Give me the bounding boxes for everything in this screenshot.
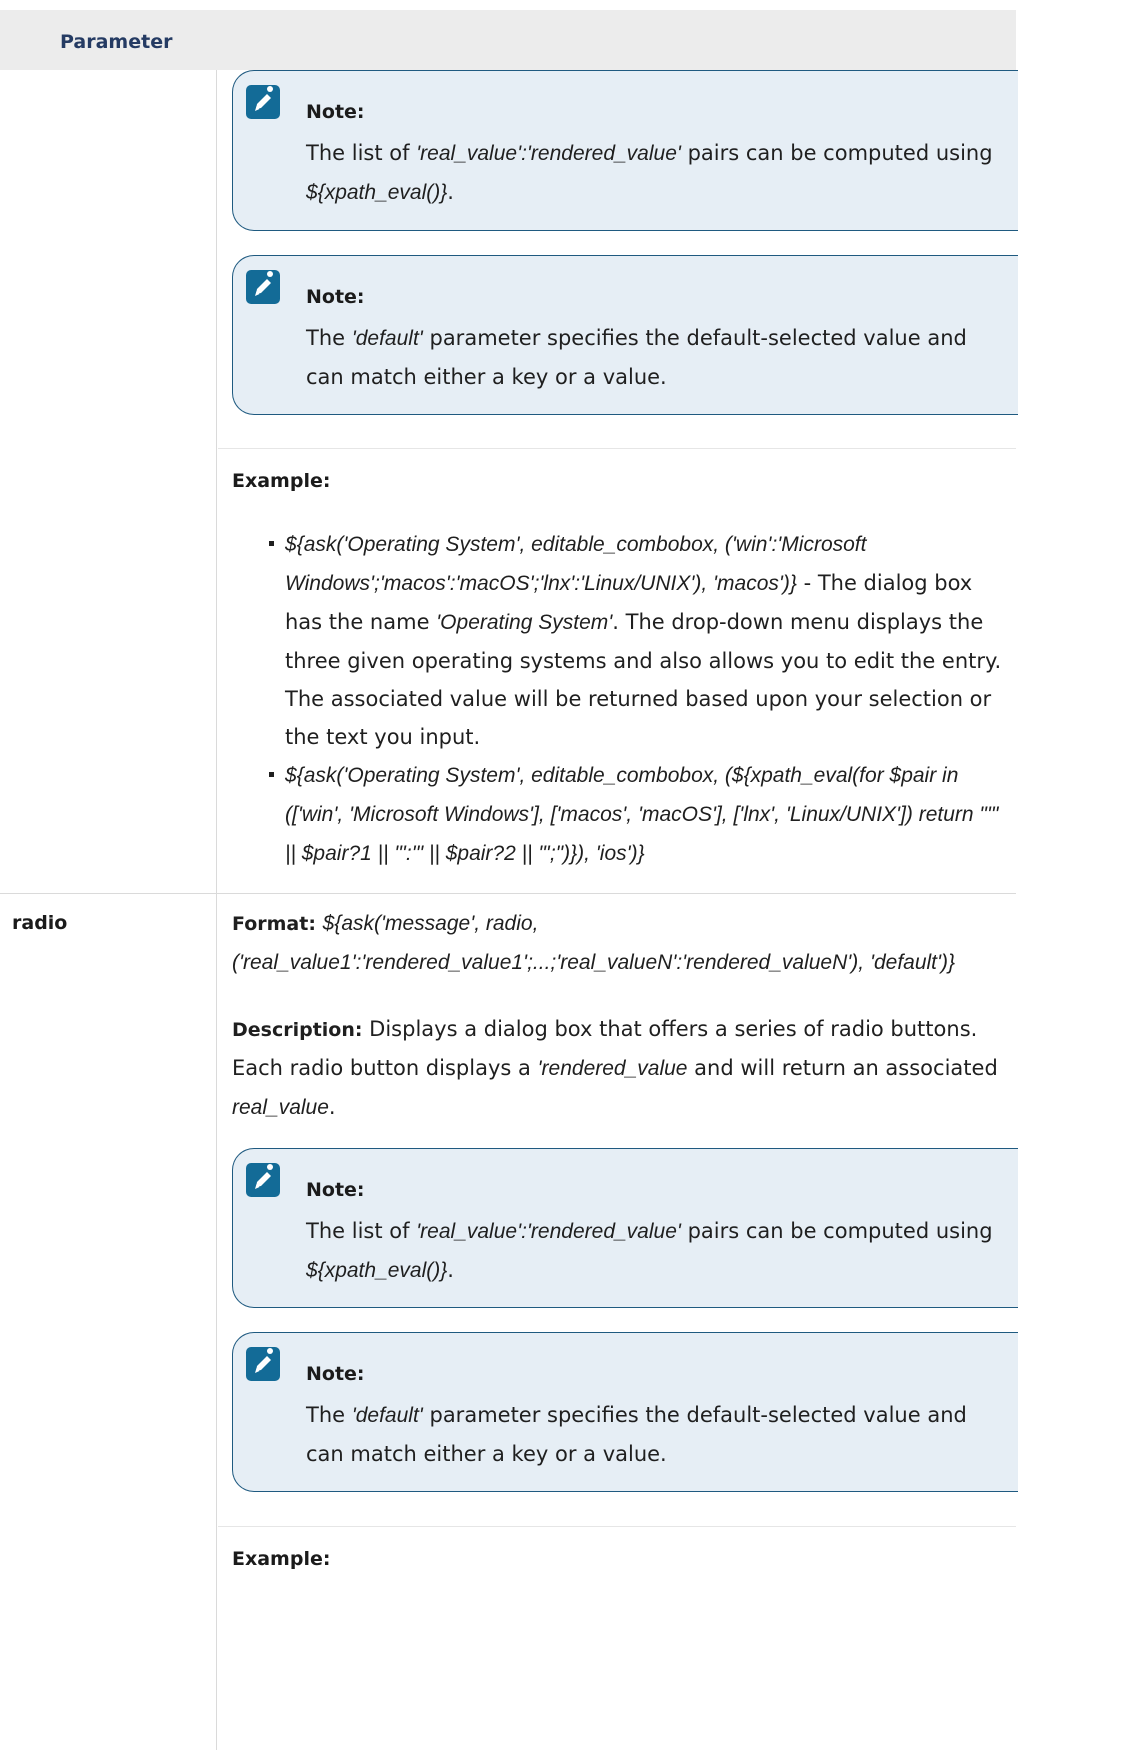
note-text: The list of 'real_value':'rendered_value… [306,141,993,204]
note-text: The 'default' parameter specifies the de… [306,1403,967,1466]
note-label: Note: [306,286,365,308]
pencil-note-icon [246,1347,280,1381]
column-header-parameter: Parameter [60,31,173,53]
row-divider [0,893,1016,894]
pencil-note-icon [246,85,280,119]
note-label: Note: [306,1179,365,1201]
column-divider [216,70,217,1750]
note-label: Note: [306,1363,365,1385]
pencil-note-icon [246,1163,280,1197]
example-list: ${ask('Operating System', editable_combo… [269,525,1007,873]
example-label: Example: [232,470,331,492]
example-label: Example: [232,1548,331,1570]
note-box: Note: The list of 'real_value':'rendered… [232,1148,1018,1308]
note-text: The list of 'real_value':'rendered_value… [306,1219,993,1282]
bullet-icon [269,772,274,777]
note-box: Note: The 'default' parameter specifies … [232,255,1018,415]
pencil-note-icon [246,270,280,304]
format-line: Format: ${ask('message', radio, ('real_v… [232,912,956,974]
bullet-icon [269,541,274,546]
note-box: Note: The 'default' parameter specifies … [232,1332,1018,1492]
description-paragraph: Description: Displays a dialog box that … [232,1017,998,1119]
section-separator [218,448,1016,449]
list-item: ${ask('Operating System', editable_combo… [269,756,1007,873]
section-separator [218,1526,1016,1527]
parameter-name-radio: radio [12,912,68,934]
note-label: Note: [306,101,365,123]
list-item: ${ask('Operating System', editable_combo… [269,525,1007,756]
note-box: Note: The list of 'real_value':'rendered… [232,70,1018,231]
note-text: The 'default' parameter specifies the de… [306,326,967,389]
